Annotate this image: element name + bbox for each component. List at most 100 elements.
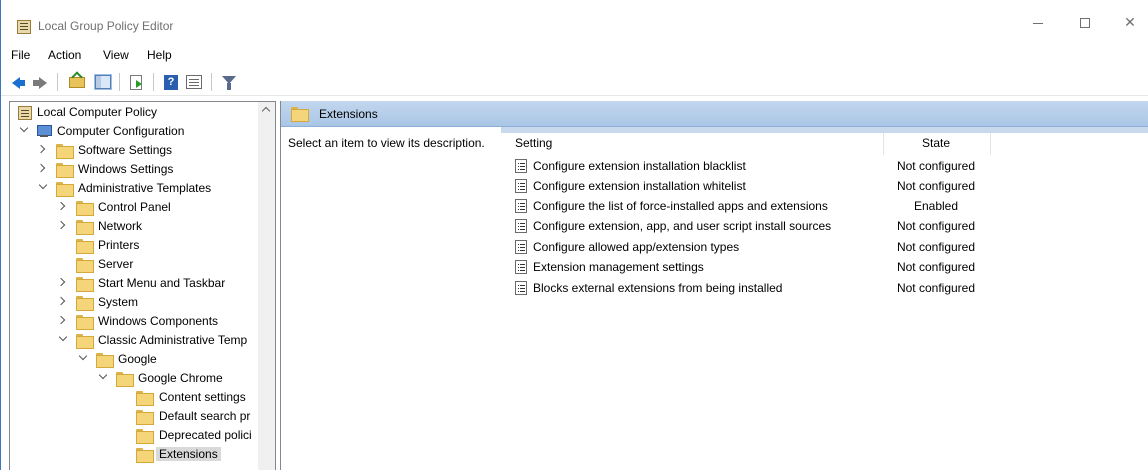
tree-item-server[interactable]: Server bbox=[10, 255, 259, 274]
expand-right-icon[interactable] bbox=[36, 144, 46, 154]
menu-help[interactable]: Help bbox=[147, 48, 172, 62]
folder-icon bbox=[136, 391, 154, 406]
tree-item-label: Server bbox=[98, 257, 134, 271]
folder-icon bbox=[136, 448, 154, 463]
setting-row[interactable]: Configure the list of force-installed ap… bbox=[506, 196, 1148, 216]
expand-right-icon[interactable] bbox=[56, 296, 66, 306]
toolbar-separator bbox=[211, 73, 212, 91]
tree-item-label: Windows Settings bbox=[78, 162, 174, 176]
folder-icon bbox=[136, 410, 154, 425]
tree-item-computer-configuration[interactable]: Computer Configuration bbox=[10, 122, 259, 141]
menu-file[interactable]: File bbox=[11, 48, 30, 62]
folder-icon bbox=[56, 182, 74, 197]
column-header-setting[interactable]: Setting bbox=[515, 136, 552, 156]
folder-icon bbox=[96, 353, 114, 368]
setting-row[interactable]: Configure extension installation whiteli… bbox=[506, 176, 1148, 196]
setting-row[interactable]: Extension management settings Not config… bbox=[506, 257, 1148, 277]
tree-item-label: Local Computer Policy bbox=[37, 105, 158, 119]
tree-scrollbar[interactable] bbox=[258, 102, 275, 470]
folder-icon bbox=[76, 315, 94, 330]
details-header: Extensions bbox=[281, 101, 1148, 127]
tree-item-windows-components[interactable]: Windows Components bbox=[10, 312, 259, 331]
group-policy-app-icon bbox=[17, 20, 31, 34]
folder-icon bbox=[56, 163, 74, 178]
properties-button[interactable] bbox=[184, 72, 204, 92]
expand-right-icon[interactable] bbox=[56, 201, 66, 211]
tree-item-content-settings[interactable]: Content settings bbox=[10, 388, 259, 407]
setting-state: Not configured bbox=[896, 219, 976, 233]
tree-item-google[interactable]: Google bbox=[10, 350, 259, 369]
menu-action[interactable]: Action bbox=[48, 48, 81, 62]
tree-item-system[interactable]: System bbox=[10, 293, 259, 312]
tree-item-extensions[interactable]: Extensions bbox=[10, 445, 259, 464]
title-bar[interactable]: Local Group Policy Editor ✕ bbox=[1, 0, 1148, 34]
folder-icon bbox=[76, 334, 94, 349]
console-tree[interactable]: Local Computer Policy Computer Configura… bbox=[9, 101, 276, 470]
settings-list[interactable]: Setting State Configure extension instal… bbox=[506, 133, 1148, 470]
forward-button[interactable] bbox=[31, 72, 51, 92]
tree-item-administrative-templates[interactable]: Administrative Templates bbox=[10, 179, 259, 198]
tree-item-label: Google Chrome bbox=[138, 371, 223, 385]
expand-right-icon[interactable] bbox=[36, 163, 46, 173]
up-one-level-button[interactable] bbox=[67, 72, 87, 92]
help-button[interactable]: ? bbox=[161, 72, 181, 92]
folder-icon bbox=[291, 107, 309, 122]
maximize-button[interactable] bbox=[1062, 12, 1108, 32]
close-icon: ✕ bbox=[1124, 14, 1136, 30]
toolbar-separator bbox=[57, 73, 58, 91]
tree-item-label: Deprecated polici bbox=[159, 428, 252, 442]
expand-down-icon[interactable] bbox=[78, 351, 88, 361]
setting-name: Configure extension installation blackli… bbox=[533, 159, 746, 173]
show-hide-tree-button[interactable] bbox=[93, 72, 113, 92]
setting-row[interactable]: Blocks external extensions from being in… bbox=[506, 278, 1148, 298]
policy-setting-icon bbox=[515, 281, 527, 295]
setting-name: Configure extension, app, and user scrip… bbox=[533, 219, 832, 233]
tree-item-label: Software Settings bbox=[78, 143, 173, 157]
tree-item-network[interactable]: Network bbox=[10, 217, 259, 236]
expand-down-icon[interactable] bbox=[98, 370, 108, 380]
filter-icon bbox=[222, 76, 236, 90]
tree-item-printers[interactable]: Printers bbox=[10, 236, 259, 255]
details-pane: Extensions Select an item to view its de… bbox=[280, 101, 1148, 470]
properties-icon bbox=[186, 75, 202, 89]
expand-down-icon[interactable] bbox=[38, 180, 48, 190]
setting-row[interactable]: Configure extension installation blackli… bbox=[506, 156, 1148, 176]
tree-item-control-panel[interactable]: Control Panel bbox=[10, 198, 259, 217]
expand-right-icon[interactable] bbox=[56, 315, 66, 325]
export-list-button[interactable] bbox=[127, 72, 147, 92]
tree-item-windows-settings[interactable]: Windows Settings bbox=[10, 160, 259, 179]
column-separator[interactable] bbox=[990, 133, 991, 155]
tree-item-classic-administrative-templates[interactable]: Classic Administrative Temp bbox=[10, 331, 259, 350]
setting-row[interactable]: Configure extension, app, and user scrip… bbox=[506, 216, 1148, 236]
policy-setting-icon bbox=[515, 240, 527, 254]
close-button[interactable]: ✕ bbox=[1107, 12, 1148, 32]
maximize-icon bbox=[1080, 18, 1090, 29]
back-button[interactable] bbox=[9, 72, 29, 92]
back-arrow-icon bbox=[12, 77, 25, 89]
menu-view[interactable]: View bbox=[103, 48, 129, 62]
show-hide-tree-icon bbox=[94, 74, 112, 90]
setting-state: Not configured bbox=[896, 240, 976, 254]
tree-item-local-computer-policy[interactable]: Local Computer Policy bbox=[10, 103, 259, 122]
scroll-up-icon[interactable] bbox=[261, 106, 271, 116]
toolbar: ? bbox=[1, 68, 1148, 96]
expand-right-icon[interactable] bbox=[56, 220, 66, 230]
filter-button[interactable] bbox=[219, 72, 239, 92]
tree-item-software-settings[interactable]: Software Settings bbox=[10, 141, 259, 160]
folder-icon bbox=[56, 144, 74, 159]
tree-item-label: System bbox=[98, 295, 139, 309]
setting-state: Not configured bbox=[896, 159, 976, 173]
expand-right-icon[interactable] bbox=[56, 277, 66, 287]
setting-row[interactable]: Configure allowed app/extension types No… bbox=[506, 237, 1148, 257]
expand-down-icon[interactable] bbox=[58, 332, 68, 342]
setting-name: Extension management settings bbox=[533, 260, 704, 274]
computer-icon bbox=[36, 125, 52, 138]
column-header-state[interactable]: State bbox=[881, 136, 991, 156]
minimize-button[interactable] bbox=[1015, 12, 1061, 32]
tree-item-deprecated-policies[interactable]: Deprecated polici bbox=[10, 426, 259, 445]
tree-item-start-menu-and-taskbar[interactable]: Start Menu and Taskbar bbox=[10, 274, 259, 293]
tree-item-default-search-provider[interactable]: Default search pr bbox=[10, 407, 259, 426]
tree-item-label: Printers bbox=[98, 238, 140, 252]
tree-item-google-chrome[interactable]: Google Chrome bbox=[10, 369, 259, 388]
expand-down-icon[interactable] bbox=[19, 123, 29, 133]
